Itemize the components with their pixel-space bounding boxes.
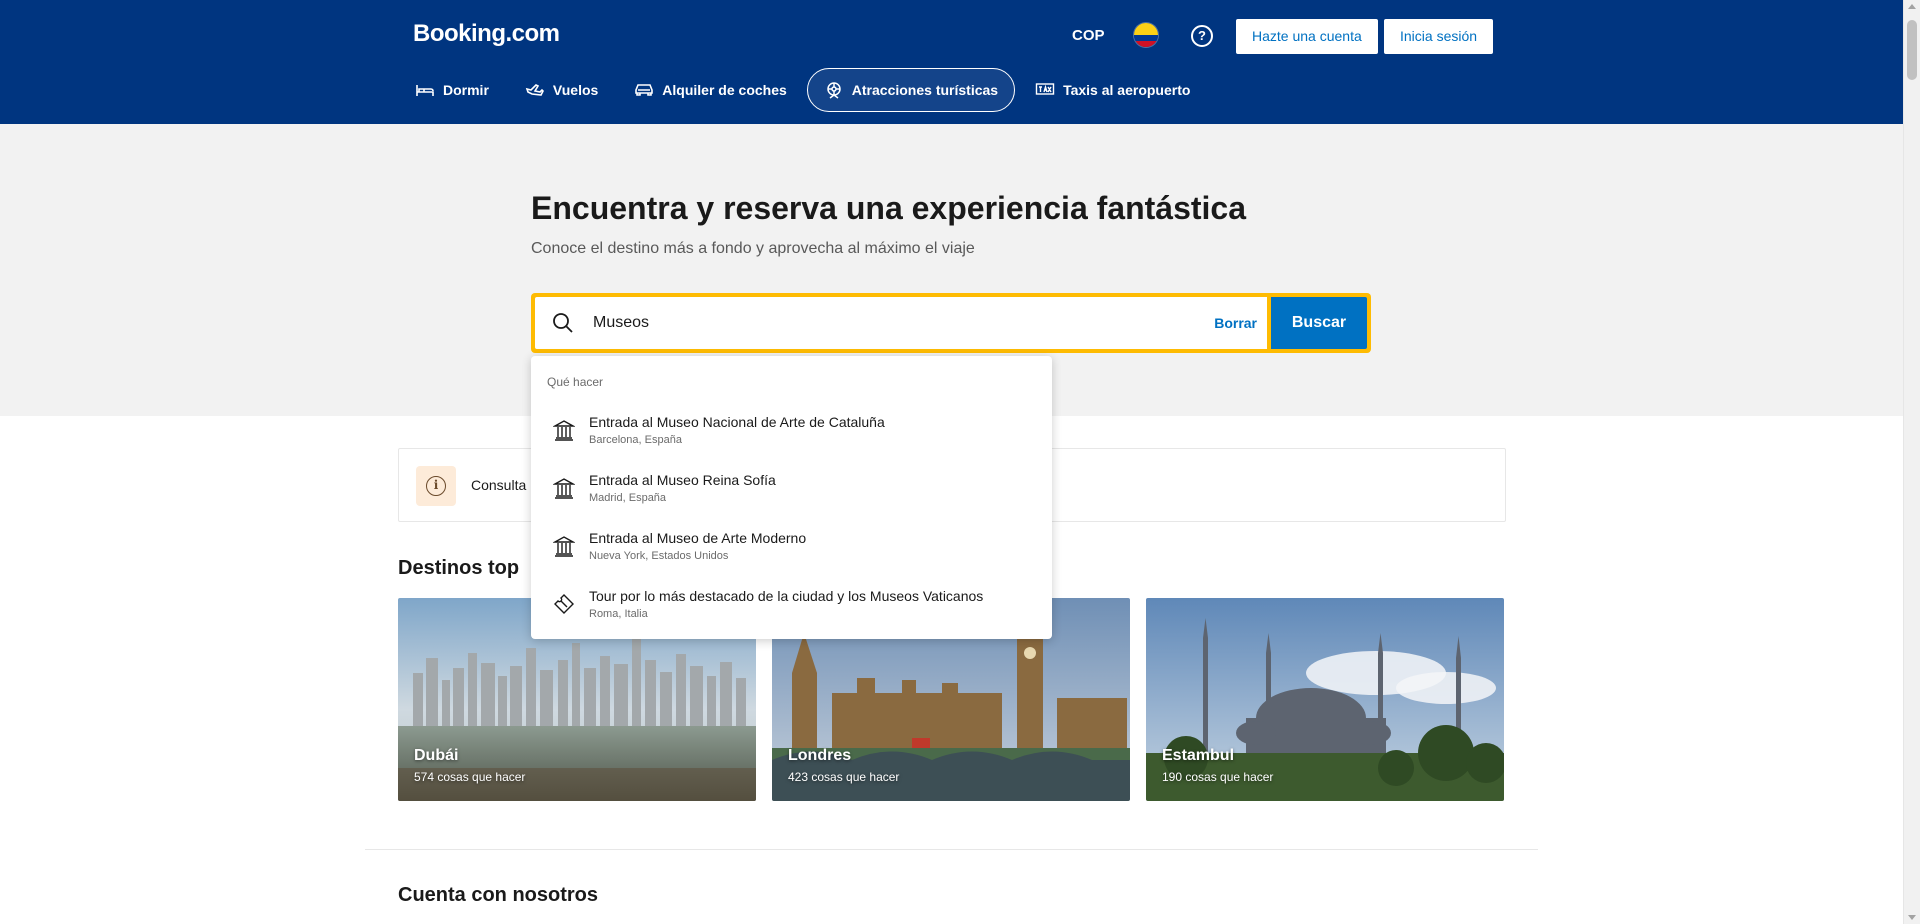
help-icon[interactable]: ?	[1191, 25, 1213, 47]
nav-label: Taxis al aeropuerto	[1063, 82, 1191, 98]
page-subtitle: Conoce el destino más a fondo y aprovech…	[531, 240, 975, 257]
museum-icon	[553, 535, 575, 557]
suggestion-title: Entrada al Museo Nacional de Arte de Cat…	[589, 414, 885, 430]
taxi-icon	[1035, 80, 1055, 100]
bed-icon	[415, 80, 435, 100]
museum-icon	[553, 419, 575, 441]
booking-logo[interactable]: Booking.com	[413, 20, 560, 48]
nav-item-taxis[interactable]: Taxis al aeropuerto	[1019, 68, 1206, 112]
colombia-flag-icon[interactable]	[1134, 23, 1158, 47]
nav-item-atracciones[interactable]: Atracciones turísticas	[806, 68, 1016, 112]
nav-item-alquiler-coches[interactable]: Alquiler de coches	[618, 68, 802, 112]
section-divider	[365, 849, 1538, 850]
plane-icon	[525, 80, 545, 100]
ticket-icon	[553, 593, 575, 615]
suggestion-item[interactable]: Tour por lo más destacado de la ciudad y…	[531, 575, 1052, 633]
search-input[interactable]	[593, 314, 1215, 332]
main-nav: Dormir Vuelos Alquiler de coches Atracci…	[413, 68, 1210, 112]
destination-card-istanbul[interactable]: Estambul 190 cosas que hacer	[1146, 598, 1504, 801]
destination-name: Londres	[788, 747, 852, 764]
suggestion-item[interactable]: Entrada al Museo Nacional de Arte de Cat…	[531, 401, 1052, 459]
register-button[interactable]: Hazte una cuenta	[1236, 19, 1378, 54]
museum-icon	[553, 477, 575, 499]
suggestion-location: Roma, Italia	[589, 608, 648, 620]
destination-name: Dubái	[414, 747, 459, 764]
autocomplete-dropdown: Qué hacer Entrada al Museo Nacional de A…	[531, 356, 1052, 639]
destination-name: Estambul	[1162, 747, 1235, 764]
scroll-down-icon[interactable]	[1908, 915, 1916, 920]
nav-item-vuelos[interactable]: Vuelos	[509, 68, 614, 112]
destination-count: 423 cosas que hacer	[788, 770, 900, 784]
nav-item-dormir[interactable]: Dormir	[413, 68, 505, 112]
clear-button[interactable]: Borrar	[1214, 315, 1257, 331]
attractions-icon	[824, 80, 844, 100]
suggestion-title: Tour por lo más destacado de la ciudad y…	[589, 588, 984, 604]
scroll-thumb[interactable]	[1907, 20, 1917, 80]
dropdown-header: Qué hacer	[547, 375, 604, 389]
suggestion-item[interactable]: Entrada al Museo de Arte Moderno Nueva Y…	[531, 517, 1052, 575]
suggestion-item[interactable]: Entrada al Museo Reina Sofía Madrid, Esp…	[531, 459, 1052, 517]
site-header: Booking.com COP ? Hazte una cuenta Inici…	[0, 0, 1903, 124]
destination-count: 574 cosas que hacer	[414, 770, 526, 784]
info-icon-box: i	[416, 466, 456, 506]
suggestion-location: Barcelona, España	[589, 434, 682, 446]
destination-count: 190 cosas que hacer	[1162, 770, 1274, 784]
car-icon	[634, 80, 654, 100]
scroll-up-icon[interactable]	[1908, 4, 1916, 9]
nav-label: Dormir	[443, 82, 489, 98]
trust-section-title: Cuenta con nosotros	[398, 884, 599, 906]
nav-label: Atracciones turísticas	[851, 82, 999, 98]
info-icon: i	[426, 476, 446, 496]
login-button[interactable]: Inicia sesión	[1384, 19, 1494, 54]
search-button[interactable]: Buscar	[1271, 297, 1367, 349]
search-icon	[551, 311, 575, 335]
suggestion-location: Nueva York, Estados Unidos	[589, 550, 729, 562]
nav-label: Vuelos	[552, 82, 599, 98]
page-title: Encuentra y reserva una experiencia fant…	[531, 190, 1247, 226]
page-scrollbar[interactable]	[1903, 0, 1920, 924]
search-bar: Borrar Buscar	[531, 293, 1371, 353]
currency-selector[interactable]: COP	[1072, 27, 1105, 44]
suggestion-title: Entrada al Museo de Arte Moderno	[589, 530, 807, 546]
suggestion-title: Entrada al Museo Reina Sofía	[589, 472, 776, 488]
search-field-wrapper[interactable]: Borrar	[535, 297, 1267, 349]
nav-label: Alquiler de coches	[662, 82, 787, 98]
info-text: Consulta l	[471, 477, 534, 493]
destinations-title: Destinos top	[398, 557, 520, 579]
suggestion-location: Madrid, España	[589, 492, 667, 504]
